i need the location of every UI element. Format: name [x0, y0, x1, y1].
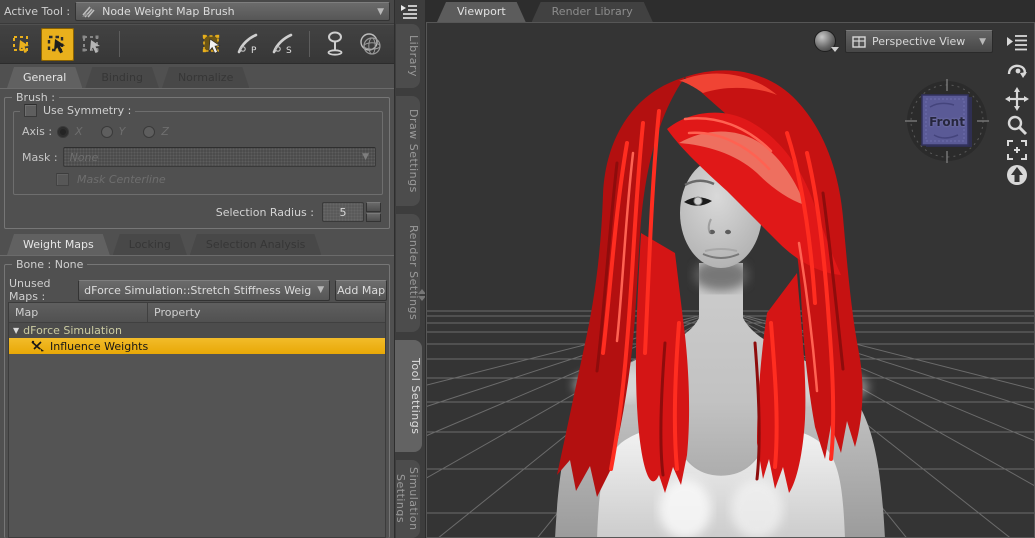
chevron-down-icon: ▼ — [979, 36, 986, 47]
unused-maps-dropdown[interactable]: dForce Simulation::Stretch Stiffness Wei… — [78, 279, 331, 301]
tab-locking[interactable]: Locking — [113, 234, 187, 255]
axis-y-label: Y — [118, 125, 126, 138]
active-tool-value: Node Weight Map Brush — [102, 5, 235, 18]
column-header-property[interactable]: Property — [147, 303, 385, 323]
viewport-pane-icon — [852, 35, 866, 48]
brush-toolbar: P S — [0, 25, 394, 64]
side-tab-tool-settings[interactable]: Tool Settings — [395, 340, 422, 452]
tab-viewport[interactable]: Viewport — [437, 2, 526, 22]
side-tab-library[interactable]: Library — [396, 24, 420, 88]
active-tool-label: Active Tool : — [4, 5, 71, 18]
side-tab-simulation-settings[interactable]: Simulation Settings — [396, 460, 420, 538]
axis-x-label: X — [75, 125, 83, 138]
box-selection-tool-button[interactable] — [76, 28, 109, 61]
stepper-down-button[interactable] — [366, 212, 381, 222]
frame-selection-icon[interactable] — [1004, 138, 1030, 162]
geodesic-sphere-button[interactable] — [353, 28, 386, 61]
chevron-down-icon: ▼ — [362, 152, 369, 162]
brush-letter-p: P — [251, 46, 257, 56]
mask-value: None — [69, 150, 99, 164]
tool-settings-panel: Active Tool : Node Weight Map Brush ▼ P … — [0, 0, 394, 538]
bone-group-label: Bone : None — [12, 258, 88, 271]
table-group-row[interactable]: ▼ dForce Simulation — [9, 323, 385, 338]
use-symmetry-label: Use Symmetry : — [43, 104, 132, 117]
chevron-down-icon[interactable] — [831, 47, 839, 52]
brush-letter-s: S — [286, 46, 292, 56]
aim-camera-icon[interactable] — [1004, 163, 1030, 187]
chevron-down-icon: ▼ — [377, 6, 384, 17]
active-tool-bar: Active Tool : Node Weight Map Brush ▼ — [0, 0, 394, 24]
viewport-canvas[interactable]: Perspective View ▼ Front — [426, 22, 1035, 538]
unused-maps-row: Unused Maps : dForce Simulation::Stretch… — [9, 277, 387, 303]
daz-studio-window: Active Tool : Node Weight Map Brush ▼ P … — [0, 0, 1035, 538]
column-header-map[interactable]: Map — [9, 303, 147, 323]
axis-z-radio[interactable] — [143, 125, 156, 138]
tab-selection-analysis[interactable]: Selection Analysis — [190, 234, 322, 255]
zoom-camera-icon[interactable] — [1004, 113, 1030, 137]
stepper-up-button[interactable] — [366, 202, 381, 212]
axis-row: Axis : X Y Z — [22, 125, 169, 138]
active-tool-dropdown[interactable]: Node Weight Map Brush ▼ — [75, 2, 390, 21]
tool-tab-bar: General Binding Normalize — [0, 66, 394, 89]
chevron-down-icon: ▼ — [317, 285, 325, 295]
weight-maps-table: Map Property ▼ dForce Simulation Influen… — [8, 302, 386, 538]
selection-radius-stepper — [366, 202, 381, 222]
tab-weight-maps[interactable]: Weight Maps — [7, 234, 110, 255]
tab-general[interactable]: General — [7, 67, 82, 88]
nav-cube-front-label[interactable]: Front — [924, 115, 970, 129]
unused-maps-label: Unused Maps : — [9, 277, 51, 303]
pan-camera-icon[interactable] — [1004, 87, 1030, 111]
use-symmetry-checkbox[interactable] — [24, 104, 37, 117]
viewport-pane: Viewport Render Library Perspective View… — [425, 0, 1035, 538]
mask-centerline-row: Mask Centerline — [56, 173, 166, 186]
toolbar-separator — [309, 31, 310, 57]
paint-brush-button[interactable]: P — [231, 28, 264, 61]
use-symmetry-group: Use Symmetry : Axis : X Y Z Mask : None … — [13, 104, 383, 195]
brush-group-label: Brush : — [12, 91, 59, 104]
selection-radius-field[interactable]: 5 — [322, 202, 364, 222]
geometry-selection-button[interactable] — [196, 28, 229, 61]
viewport-tab-bar: Viewport Render Library — [425, 0, 1035, 22]
toolbar-separator — [119, 31, 120, 57]
expand-triangle-icon[interactable]: ▼ — [13, 323, 19, 338]
mask-centerline-label: Mask Centerline — [77, 173, 166, 186]
brush-group: Brush : Use Symmetry : Axis : X Y Z Mask… — [4, 91, 390, 229]
use-symmetry-row: Use Symmetry : — [20, 104, 136, 117]
viewport-options-menu-icon[interactable] — [1004, 30, 1030, 54]
axis-label: Axis : — [22, 125, 53, 138]
map-tab-bar: Weight Maps Locking Selection Analysis — [0, 233, 394, 256]
selection-radius-row: Selection Radius : 5 — [216, 202, 381, 222]
view-navigation-cube[interactable]: Front — [900, 79, 994, 167]
side-tab-render-settings[interactable]: Render Settings — [396, 214, 420, 332]
table-row-influence-weights[interactable]: Influence Weights — [9, 338, 385, 354]
pin-tool-button[interactable] — [318, 28, 351, 61]
panel-menu-icon[interactable] — [399, 3, 419, 24]
selected-row-label: Influence Weights — [50, 339, 149, 353]
side-tab-draw-settings[interactable]: Draw Settings — [396, 96, 420, 206]
dock-tab-strip: Library Draw Settings Render Settings To… — [394, 0, 426, 538]
mask-dropdown[interactable]: None ▼ — [62, 147, 376, 167]
camera-view-dropdown[interactable]: Perspective View ▼ — [845, 30, 993, 53]
group-row-label: dForce Simulation — [23, 324, 122, 337]
tab-normalize[interactable]: Normalize — [162, 67, 249, 88]
node-selection-tool-button[interactable] — [6, 28, 39, 61]
mask-centerline-checkbox[interactable] — [56, 173, 69, 186]
orbit-camera-icon[interactable] — [1004, 59, 1030, 83]
tab-render-library[interactable]: Render Library — [532, 2, 653, 22]
axis-z-label: Z — [161, 125, 169, 138]
mask-row: Mask : None ▼ — [22, 147, 376, 167]
camera-view-value: Perspective View — [872, 35, 966, 48]
unused-maps-value: dForce Simulation::Stretch Stiffness Wei… — [84, 283, 312, 297]
axis-y-radio[interactable] — [100, 125, 113, 138]
paint-selection-tool-button[interactable] — [41, 27, 74, 61]
add-map-button[interactable]: Add Map — [335, 279, 387, 301]
tab-binding[interactable]: Binding — [85, 67, 159, 88]
axis-x-radio[interactable] — [57, 125, 70, 138]
table-header-row: Map Property — [9, 303, 385, 323]
smooth-brush-button[interactable]: S — [266, 28, 299, 61]
weight-map-icon — [31, 340, 45, 352]
mask-label: Mask : — [22, 150, 58, 164]
selection-radius-label: Selection Radius : — [215, 205, 314, 219]
weight-brush-tool-icon — [81, 5, 96, 18]
